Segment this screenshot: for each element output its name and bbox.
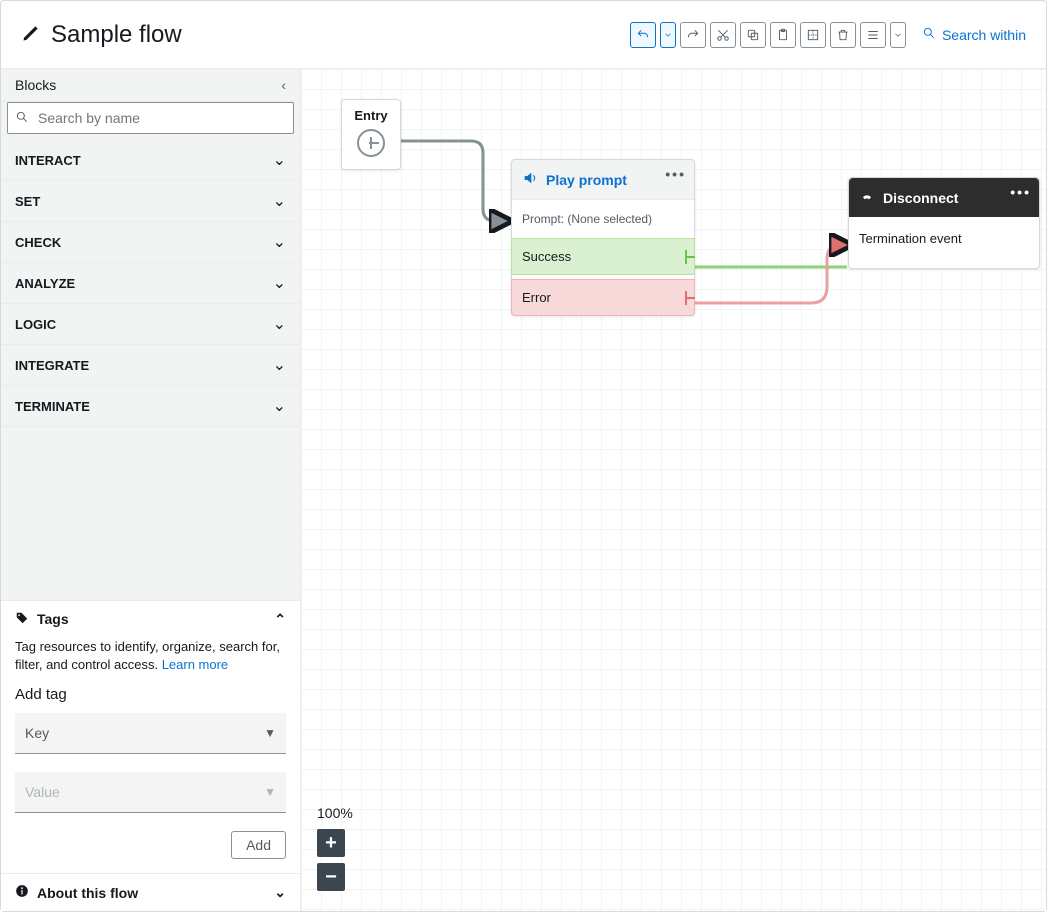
category-terminate[interactable]: TERMINATE ⌄ bbox=[1, 386, 300, 427]
disconnect-title: Disconnect bbox=[883, 190, 958, 206]
tag-key-select[interactable]: Key ▼ bbox=[15, 713, 286, 754]
entry-label: Entry bbox=[348, 108, 394, 123]
category-label: ANALYZE bbox=[15, 276, 75, 291]
chevron-down-icon: ⌄ bbox=[273, 396, 286, 416]
cut-button[interactable] bbox=[710, 22, 736, 48]
dropdown-icon: ▼ bbox=[264, 785, 276, 799]
chevron-down-icon: ⌄ bbox=[273, 232, 286, 252]
dropdown-icon: ▼ bbox=[264, 726, 276, 740]
tags-panel: Tags ⌃ Tag resources to identify, organi… bbox=[1, 600, 300, 873]
add-tag-label: Add tag bbox=[15, 686, 286, 703]
tag-value-select: Value ▼ bbox=[15, 772, 286, 813]
block-search-input[interactable] bbox=[7, 102, 294, 134]
node-menu-button[interactable]: ••• bbox=[1010, 184, 1031, 200]
category-analyze[interactable]: ANALYZE ⌄ bbox=[1, 263, 300, 304]
category-integrate[interactable]: INTEGRATE ⌄ bbox=[1, 345, 300, 386]
disconnect-header[interactable]: Disconnect ••• bbox=[849, 178, 1039, 217]
play-prompt-title: Play prompt bbox=[546, 172, 627, 188]
sidebar: Blocks ‹ INTERACT ⌄ SET ⌄ CHECK ⌄ ANALYZ… bbox=[1, 69, 301, 911]
snap-button[interactable] bbox=[800, 22, 826, 48]
zoom-out-button[interactable]: − bbox=[317, 863, 345, 891]
category-label: CHECK bbox=[15, 235, 61, 250]
speaker-icon bbox=[522, 170, 538, 189]
search-within[interactable]: Search within bbox=[922, 26, 1026, 43]
undo-button[interactable] bbox=[630, 22, 656, 48]
chevron-down-icon: ⌄ bbox=[273, 150, 286, 170]
learn-more-link[interactable]: Learn more bbox=[162, 657, 228, 672]
sidebar-title: Blocks bbox=[15, 77, 56, 93]
about-panel[interactable]: About this flow ⌄ bbox=[1, 873, 300, 911]
disconnect-body: Termination event bbox=[849, 217, 1039, 268]
delete-button[interactable] bbox=[830, 22, 856, 48]
page-title: Sample flow bbox=[51, 21, 182, 49]
zoom-controls: 100% + − bbox=[317, 805, 353, 891]
search-icon bbox=[922, 26, 936, 43]
category-label: INTERACT bbox=[15, 153, 81, 168]
category-set[interactable]: SET ⌄ bbox=[1, 181, 300, 222]
canvas[interactable]: Entry Play prompt ••• Prompt: (None sele… bbox=[301, 69, 1046, 911]
error-port[interactable] bbox=[685, 291, 695, 305]
category-interact[interactable]: INTERACT ⌄ bbox=[1, 140, 300, 181]
play-prompt-body: Prompt: (None selected) bbox=[512, 200, 694, 238]
search-within-label: Search within bbox=[942, 27, 1026, 43]
chevron-down-icon: ⌄ bbox=[273, 314, 286, 334]
sidebar-search bbox=[1, 102, 300, 140]
tags-description: Tag resources to identify, organize, sea… bbox=[15, 638, 286, 674]
play-prompt-header[interactable]: Play prompt ••• bbox=[512, 160, 694, 200]
arrange-button[interactable] bbox=[860, 22, 886, 48]
zoom-level: 100% bbox=[317, 805, 353, 821]
chevron-down-icon: ⌄ bbox=[273, 355, 286, 375]
toolbar: Search within bbox=[630, 22, 1026, 48]
category-label: INTEGRATE bbox=[15, 358, 89, 373]
node-menu-button[interactable]: ••• bbox=[665, 166, 686, 182]
sidebar-collapse-button[interactable]: ‹ bbox=[281, 77, 286, 93]
redo-button[interactable] bbox=[680, 22, 706, 48]
toolbar-buttons bbox=[630, 22, 906, 48]
branch-error[interactable]: Error bbox=[511, 279, 695, 316]
add-tag-button[interactable]: Add bbox=[231, 831, 286, 859]
edit-icon bbox=[21, 23, 41, 46]
main: Blocks ‹ INTERACT ⌄ SET ⌄ CHECK ⌄ ANALYZ… bbox=[1, 69, 1046, 911]
about-title: About this flow bbox=[37, 885, 138, 901]
category-logic[interactable]: LOGIC ⌄ bbox=[1, 304, 300, 345]
category-label: TERMINATE bbox=[15, 399, 90, 414]
arrange-menu-button[interactable] bbox=[890, 22, 906, 48]
tag-icon bbox=[15, 611, 29, 628]
branch-success[interactable]: Success bbox=[511, 238, 695, 275]
title-area: Sample flow bbox=[21, 21, 182, 49]
chevron-down-icon: ⌄ bbox=[274, 884, 286, 901]
node-play-prompt[interactable]: Play prompt ••• Prompt: (None selected) … bbox=[511, 159, 695, 316]
search-icon bbox=[15, 110, 29, 124]
category-label: SET bbox=[15, 194, 40, 209]
chevron-up-icon: ⌃ bbox=[274, 611, 286, 628]
undo-menu-button[interactable] bbox=[660, 22, 676, 48]
zoom-in-button[interactable]: + bbox=[317, 829, 345, 857]
tags-header[interactable]: Tags ⌃ bbox=[15, 611, 286, 628]
disconnect-icon bbox=[859, 188, 875, 207]
sidebar-header: Blocks ‹ bbox=[1, 69, 300, 102]
category-check[interactable]: CHECK ⌄ bbox=[1, 222, 300, 263]
chevron-down-icon: ⌄ bbox=[273, 191, 286, 211]
node-disconnect[interactable]: Disconnect ••• Termination event bbox=[848, 177, 1040, 269]
tags-title: Tags bbox=[37, 611, 69, 627]
header: Sample flow bbox=[1, 1, 1046, 69]
info-icon bbox=[15, 884, 29, 901]
paste-button[interactable] bbox=[770, 22, 796, 48]
entry-port[interactable] bbox=[357, 129, 385, 157]
chevron-down-icon: ⌄ bbox=[273, 273, 286, 293]
category-label: LOGIC bbox=[15, 317, 56, 332]
node-entry[interactable]: Entry bbox=[341, 99, 401, 170]
copy-button[interactable] bbox=[740, 22, 766, 48]
success-port[interactable] bbox=[685, 250, 695, 264]
